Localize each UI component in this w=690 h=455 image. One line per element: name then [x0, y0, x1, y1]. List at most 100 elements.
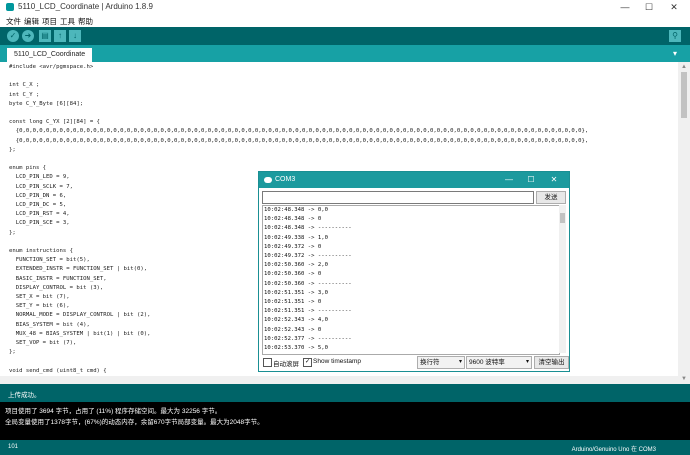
serial-output-scrollbar[interactable]: [559, 205, 566, 353]
show-timestamp-checkbox[interactable]: ✓: [303, 358, 312, 367]
upload-button[interactable]: ➜: [22, 30, 34, 42]
code-line: LCD_PIN_RST = 4,: [9, 211, 70, 218]
baud-rate-select[interactable]: 9600 波特率 ▾: [466, 356, 532, 369]
menu-tools[interactable]: 工具: [60, 16, 75, 27]
close-button[interactable]: ✕: [663, 1, 685, 13]
show-timestamp-label: Show timestamp: [313, 358, 362, 365]
serial-close-button[interactable]: ✕: [544, 174, 564, 186]
serial-output-line: 10:02:48.348 -> ----------: [264, 225, 352, 232]
line-ending-select[interactable]: 换行符 ▾: [417, 356, 465, 369]
baud-rate-value: 9600 波特率: [469, 359, 505, 366]
editor-horizontal-scrollbar[interactable]: [0, 376, 678, 384]
serial-monitor-icon[interactable]: ⚲: [669, 30, 681, 42]
code-line: };: [9, 229, 16, 236]
code-line: NORMAL_MODE = DISPLAY_CONTROL | bit (2),: [9, 312, 151, 319]
code-line: LCD_PIN_DN = 6,: [9, 192, 67, 199]
code-line: #include <avr/pgmspace.h>: [9, 64, 94, 70]
serial-output[interactable]: 10:02:48.348 -> 0,0 10:02:48.348 -> 0 10:0…: [262, 205, 560, 355]
serial-output-line: 10:02:49.372 -> ----------: [264, 253, 352, 259]
serial-output-line: 10:02:53.370 -> 5,0: [264, 345, 328, 351]
tab-sketch[interactable]: 5110_LCD_Coordinate: [7, 48, 93, 62]
scroll-down-icon[interactable]: ▼: [681, 376, 687, 382]
chevron-down-icon: ▾: [458, 359, 462, 365]
serial-output-line: 10:02:51.351 -> ----------: [264, 308, 352, 315]
menu-edit[interactable]: 编辑: [24, 16, 39, 27]
window-title: 5110_LCD_Coordinate | Arduino 1.8.9: [18, 2, 153, 11]
serial-output-line: 10:02:52.343 -> 4,0: [264, 317, 328, 324]
code-line: byte C_Y_Byte [6][84];: [9, 100, 84, 107]
serial-send-input[interactable]: [262, 191, 534, 204]
status-bar: 上传成功。: [0, 384, 690, 402]
maximize-button[interactable]: ☐: [638, 1, 660, 13]
code-line: LCD_PIN_DC = 5,: [9, 202, 67, 208]
chevron-down-icon: ▾: [525, 359, 529, 365]
editor-vertical-scrollbar[interactable]: ▲ ▼: [678, 62, 690, 384]
code-line: FUNCTION_SET = bit(5),: [9, 257, 90, 264]
scroll-thumb[interactable]: [681, 72, 687, 118]
code-line: LCD_PIN_SCE = 3,: [9, 220, 70, 227]
code-line: BASIC_INSTR = FUNCTION_SET,: [9, 275, 107, 282]
serial-monitor-window: COM3 — ☐ ✕ 发送 10:02:48.348 -> 0,0 10:02:4…: [258, 171, 570, 372]
code-line: };: [9, 146, 16, 153]
status-message: 上传成功。: [8, 392, 41, 399]
arduino-app-icon: [6, 3, 14, 11]
serial-minimize-button[interactable]: —: [499, 174, 519, 186]
code-line: {0,0,0,0,0,0,0,0,0,0,0,0,0,0,0,0,0,0,0,0…: [9, 128, 589, 135]
serial-footer: 自动滚屏 ✓ Show timestamp 换行符 ▾ 9600 波特率 ▾ 清…: [259, 355, 569, 371]
serial-output-line: 10:02:50.360 -> 0: [264, 271, 322, 278]
serial-output-line: 10:02:48.348 -> 0: [264, 216, 322, 223]
serial-output-line: 10:02:52.377 -> ----------: [264, 335, 352, 342]
serial-send-button[interactable]: 发送: [536, 191, 566, 204]
line-number: 101: [8, 444, 19, 450]
code-line: SET_VOP = bit (7),: [9, 340, 77, 346]
clear-output-button[interactable]: 清空输出: [534, 356, 569, 369]
code-line: void send_cmd (uint8_t cmd) {: [9, 367, 107, 374]
console-output: 项目使用了 3694 字节，占用了 (11%) 程序存储空间。最大为 32256…: [0, 402, 690, 440]
minimize-button[interactable]: —: [614, 1, 636, 13]
serial-output-line: 10:02:51.351 -> 0: [264, 299, 322, 305]
menu-file[interactable]: 文件: [6, 16, 21, 27]
code-line: enum pins {: [9, 165, 47, 172]
scroll-up-icon[interactable]: ▲: [681, 64, 687, 70]
code-line: MUX_48 = BIAS_SYSTEM | bit(1) | bit (0),: [9, 330, 151, 337]
menu-sketch[interactable]: 项目: [42, 16, 57, 27]
serial-output-line: 10:02:50.360 -> ----------: [264, 280, 352, 287]
autoscroll-label: 自动滚屏: [273, 361, 299, 368]
serial-titlebar: COM3 — ☐ ✕: [259, 172, 569, 188]
board-port-label: Arduino/Genuino Uno 在 COM3: [571, 447, 656, 453]
menu-help[interactable]: 帮助: [78, 16, 93, 27]
console-line: 全局变量使用了1378字节，(67%)的动态内存，余留670字节局部变量。最大为…: [5, 419, 264, 426]
code-line: LCD_PIN_SCLK = 7,: [9, 183, 73, 190]
serial-maximize-button[interactable]: ☐: [521, 174, 541, 186]
serial-output-line: 10:02:50.360 -> 2,0: [264, 262, 328, 269]
menu-bar: 文件 编辑 项目 工具 帮助: [0, 14, 690, 27]
code-line: DISPLAY_CONTROL = bit (3),: [9, 284, 104, 291]
code-line: BIAS_SYSTEM = bit (4),: [9, 321, 90, 328]
open-button[interactable]: ↑: [54, 30, 66, 42]
code-line: LCD_PIN_LED = 9,: [9, 174, 70, 181]
serial-output-line: 10:02:49.372 -> 0: [264, 243, 322, 250]
serial-output-line: 10:02:51.351 -> 3,0: [264, 289, 328, 296]
code-line: int C_X ;: [9, 82, 40, 89]
serial-output-line: 10:02:52.343 -> 0: [264, 326, 322, 333]
serial-title: COM3: [275, 176, 296, 183]
code-line: {0,0,0,0,0,0,0,0,0,0,0,0,0,0,0,0,0,0,0,0…: [9, 137, 589, 144]
save-button[interactable]: ↓: [69, 30, 81, 42]
new-button[interactable]: ▤: [39, 30, 51, 42]
code-line: enum instructions {: [9, 248, 73, 254]
window-titlebar: 5110_LCD_Coordinate | Arduino 1.8.9 — ☐ …: [0, 0, 690, 14]
tab-menu-chevron-icon[interactable]: ▾: [669, 48, 681, 60]
tab-bar: 5110_LCD_Coordinate ▾: [0, 45, 690, 62]
serial-output-line: 10:02:49.338 -> 1,0: [264, 234, 328, 241]
code-line: SET_Y = bit (6),: [9, 303, 70, 310]
autoscroll-checkbox[interactable]: [263, 358, 272, 367]
code-line: EXTENDED_INSTR = FUNCTION_SET | bit(0),: [9, 266, 148, 273]
verify-button[interactable]: ✓: [7, 30, 19, 42]
line-ending-value: 换行符: [420, 359, 440, 366]
code-line: int C_Y ;: [9, 91, 40, 98]
code-line: const long C_YX [2][84] = {: [9, 119, 100, 126]
serial-scroll-thumb[interactable]: [560, 213, 565, 223]
code-line: SET_X = bit (7),: [9, 294, 70, 300]
console-line: 项目使用了 3694 字节，占用了 (11%) 程序存储空间。最大为 32256…: [5, 408, 222, 415]
code-line: };: [9, 349, 16, 356]
